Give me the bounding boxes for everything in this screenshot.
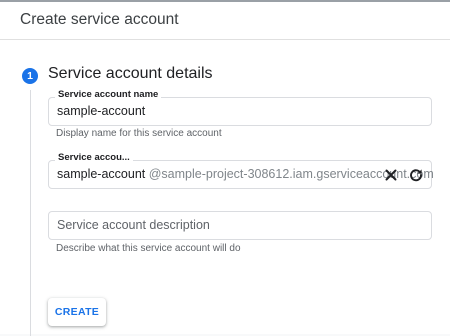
refresh-icon[interactable] (405, 164, 427, 186)
page-title: Create service account (20, 11, 179, 28)
service-account-name-value[interactable]: sample-account (57, 104, 145, 118)
service-account-name-label: Service account name (55, 89, 162, 100)
service-account-description-field[interactable]: Service account description (48, 211, 432, 240)
service-account-description-placeholder: Service account description (57, 218, 210, 232)
service-account-description-helper: Describe what this service account will … (56, 243, 241, 254)
service-account-name-field[interactable]: Service account name sample-account (48, 89, 432, 126)
main-content: 1 Service account details Service accoun… (0, 40, 450, 336)
service-account-id-value-wrap[interactable]: sample-account @sample-project-308612.ia… (57, 167, 434, 181)
create-button[interactable]: CREATE (48, 298, 106, 326)
service-account-name-helper: Display name for this service account (56, 128, 222, 139)
step-connector-line (29, 90, 31, 336)
page-header: Create service account (0, 0, 450, 40)
service-account-id-field[interactable]: Service accou... sample-account @sample-… (48, 152, 434, 189)
service-account-id-value: sample-account (57, 167, 146, 181)
close-icon[interactable] (380, 164, 402, 186)
step-number-badge: 1 (22, 68, 38, 84)
service-account-id-label: Service accou... (55, 152, 133, 163)
section-title: Service account details (48, 65, 213, 82)
